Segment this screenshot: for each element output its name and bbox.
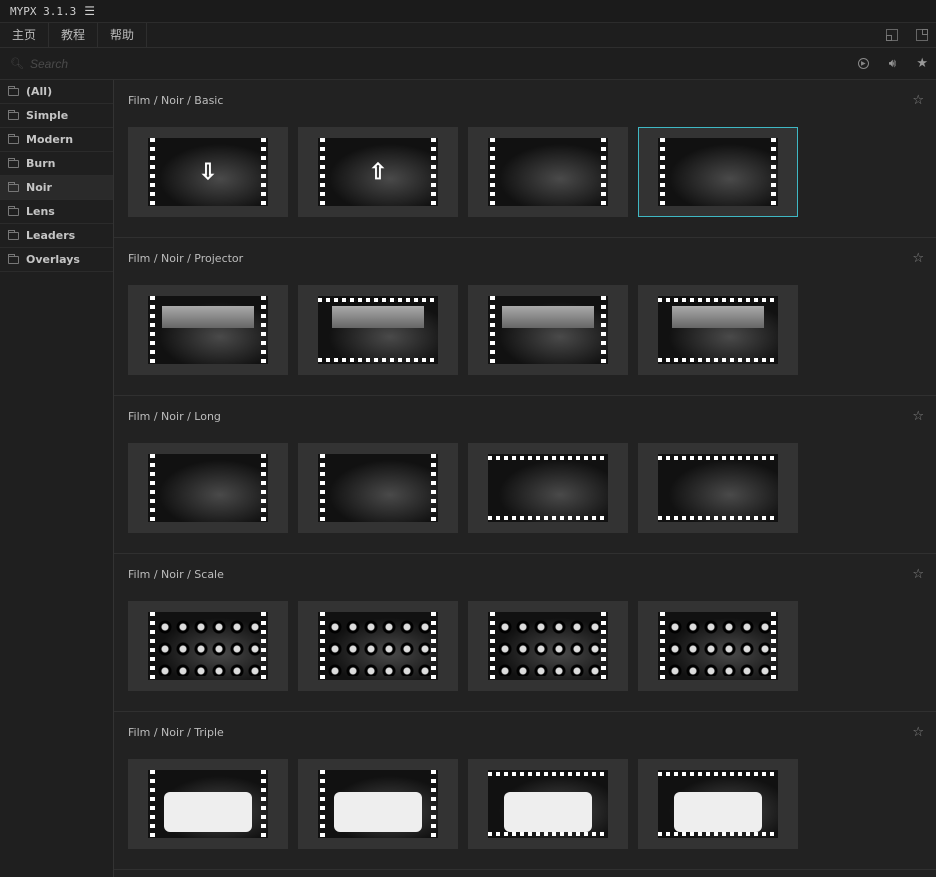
folder-icon — [8, 253, 19, 264]
preset-section-projector: Film / Noir / Projector ☆ — [114, 238, 936, 396]
preset-card[interactable] — [638, 759, 798, 849]
preset-card[interactable] — [128, 601, 288, 691]
preset-card[interactable] — [298, 285, 458, 375]
folder-icon — [8, 157, 19, 168]
folder-icon — [8, 109, 19, 120]
preset-card[interactable] — [638, 443, 798, 533]
sidebar-item-label: Noir — [26, 181, 52, 194]
preset-thumbnail — [658, 612, 778, 680]
preset-thumbnail — [488, 296, 608, 364]
preset-section-scale: Film / Noir / Scale ☆ — [114, 554, 936, 712]
preset-card[interactable]: ⇧ — [298, 127, 458, 217]
sidebar-item-burn[interactable]: Burn — [0, 152, 113, 176]
search-bar: 🔍︎ ▶ 🔊︎ ★ — [0, 48, 936, 80]
preset-thumbnail — [148, 612, 268, 680]
preset-thumbnail — [658, 296, 778, 364]
preset-thumbnail: ⇧ — [318, 138, 438, 206]
sidebar-item-leaders[interactable]: Leaders — [0, 224, 113, 248]
sidebar-item-noir[interactable]: Noir — [0, 176, 113, 200]
section-title: Film / Noir / Projector — [128, 252, 244, 265]
dock-icon[interactable] — [886, 29, 898, 41]
preset-card[interactable] — [468, 285, 628, 375]
search-input[interactable] — [29, 56, 230, 71]
preset-card[interactable] — [638, 601, 798, 691]
preset-card[interactable] — [128, 443, 288, 533]
preset-card[interactable] — [468, 759, 628, 849]
star-outline-icon[interactable]: ☆ — [912, 567, 924, 582]
section-title: Film / Noir / Basic — [128, 94, 224, 107]
sidebar-item-label: Lens — [26, 205, 55, 218]
preset-thumbnail — [318, 770, 438, 838]
folder-icon — [8, 181, 19, 192]
search-icon: 🔍︎ — [10, 57, 24, 70]
sidebar-item-label: Modern — [26, 133, 74, 146]
preset-card[interactable] — [468, 127, 628, 217]
preset-thumbnail — [488, 454, 608, 522]
preset-card[interactable]: ⇩ — [128, 127, 288, 217]
tab-tutorial[interactable]: 教程 — [49, 22, 99, 48]
preset-thumbnail: ⇩ — [148, 138, 268, 206]
preset-card[interactable] — [298, 601, 458, 691]
sidebar-item-label: Overlays — [26, 253, 80, 266]
sidebar-item-label: (All) — [26, 85, 53, 98]
preset-section-triple: Film / Noir / Triple ☆ — [114, 712, 936, 870]
play-icon[interactable]: ▶ — [857, 58, 869, 69]
preset-thumbnail — [658, 770, 778, 838]
section-title: Film / Noir / Long — [128, 410, 221, 423]
tab-help[interactable]: 帮助 — [98, 22, 148, 48]
preset-thumbnail — [318, 296, 438, 364]
app-title: MYPX 3.1.3 — [10, 4, 77, 18]
preset-thumbnail — [148, 296, 268, 364]
preset-card[interactable] — [128, 285, 288, 375]
preset-thumbnail — [658, 454, 778, 522]
star-outline-icon[interactable]: ☆ — [912, 93, 924, 108]
preset-card[interactable] — [468, 601, 628, 691]
preset-thumbnail — [148, 454, 268, 522]
preset-section-long: Film / Noir / Long ☆ — [114, 396, 936, 554]
preset-thumbnail — [148, 770, 268, 838]
sidebar-item-label: Simple — [26, 109, 69, 122]
preset-card[interactable] — [298, 443, 458, 533]
folder-icon — [8, 229, 19, 240]
star-outline-icon[interactable]: ☆ — [912, 725, 924, 740]
folder-icon — [8, 85, 19, 96]
preset-thumbnail — [488, 770, 608, 838]
sidebar-item-all[interactable]: (All) — [0, 80, 113, 104]
hamburger-icon[interactable]: ☰ — [84, 4, 95, 18]
preset-thumbnail — [318, 454, 438, 522]
preset-card[interactable] — [638, 127, 798, 217]
tab-home[interactable]: 主页 — [0, 22, 50, 48]
preset-section-basic: Film / Noir / Basic ☆ ⇩ ⇧ — [114, 80, 936, 238]
sidebar-item-label: Burn — [26, 157, 56, 170]
preset-browser: Film / Noir / Basic ☆ ⇩ ⇧ Film / Noir / Proj… — [114, 80, 936, 877]
sidebar-item-modern[interactable]: Modern — [0, 128, 113, 152]
folder-icon — [8, 205, 19, 216]
category-sidebar: (All) Simple Modern Burn Noir Lens Leaders Over… — [0, 80, 114, 877]
title-bar: MYPX 3.1.3 ☰ — [0, 0, 936, 23]
sidebar-item-lens[interactable]: Lens — [0, 200, 113, 224]
sidebar-item-overlays[interactable]: Overlays — [0, 248, 113, 272]
preset-thumbnail — [488, 612, 608, 680]
section-title: Film / Noir / Triple — [128, 726, 224, 739]
favorites-star-icon[interactable]: ★ — [916, 56, 928, 71]
preset-card[interactable] — [128, 759, 288, 849]
preset-thumbnail — [658, 138, 778, 206]
folder-icon — [8, 133, 19, 144]
menu-bar: 主页 教程 帮助 — [0, 22, 936, 48]
star-outline-icon[interactable]: ☆ — [912, 409, 924, 424]
preset-card[interactable] — [638, 285, 798, 375]
preset-thumbnail — [488, 138, 608, 206]
preset-card[interactable] — [468, 443, 628, 533]
preset-thumbnail — [318, 612, 438, 680]
sidebar-item-label: Leaders — [26, 229, 76, 242]
sidebar-item-simple[interactable]: Simple — [0, 104, 113, 128]
star-outline-icon[interactable]: ☆ — [912, 251, 924, 266]
preset-card[interactable] — [298, 759, 458, 849]
volume-icon[interactable]: 🔊︎ — [889, 56, 897, 71]
float-window-icon[interactable] — [916, 29, 928, 41]
section-title: Film / Noir / Scale — [128, 568, 224, 581]
